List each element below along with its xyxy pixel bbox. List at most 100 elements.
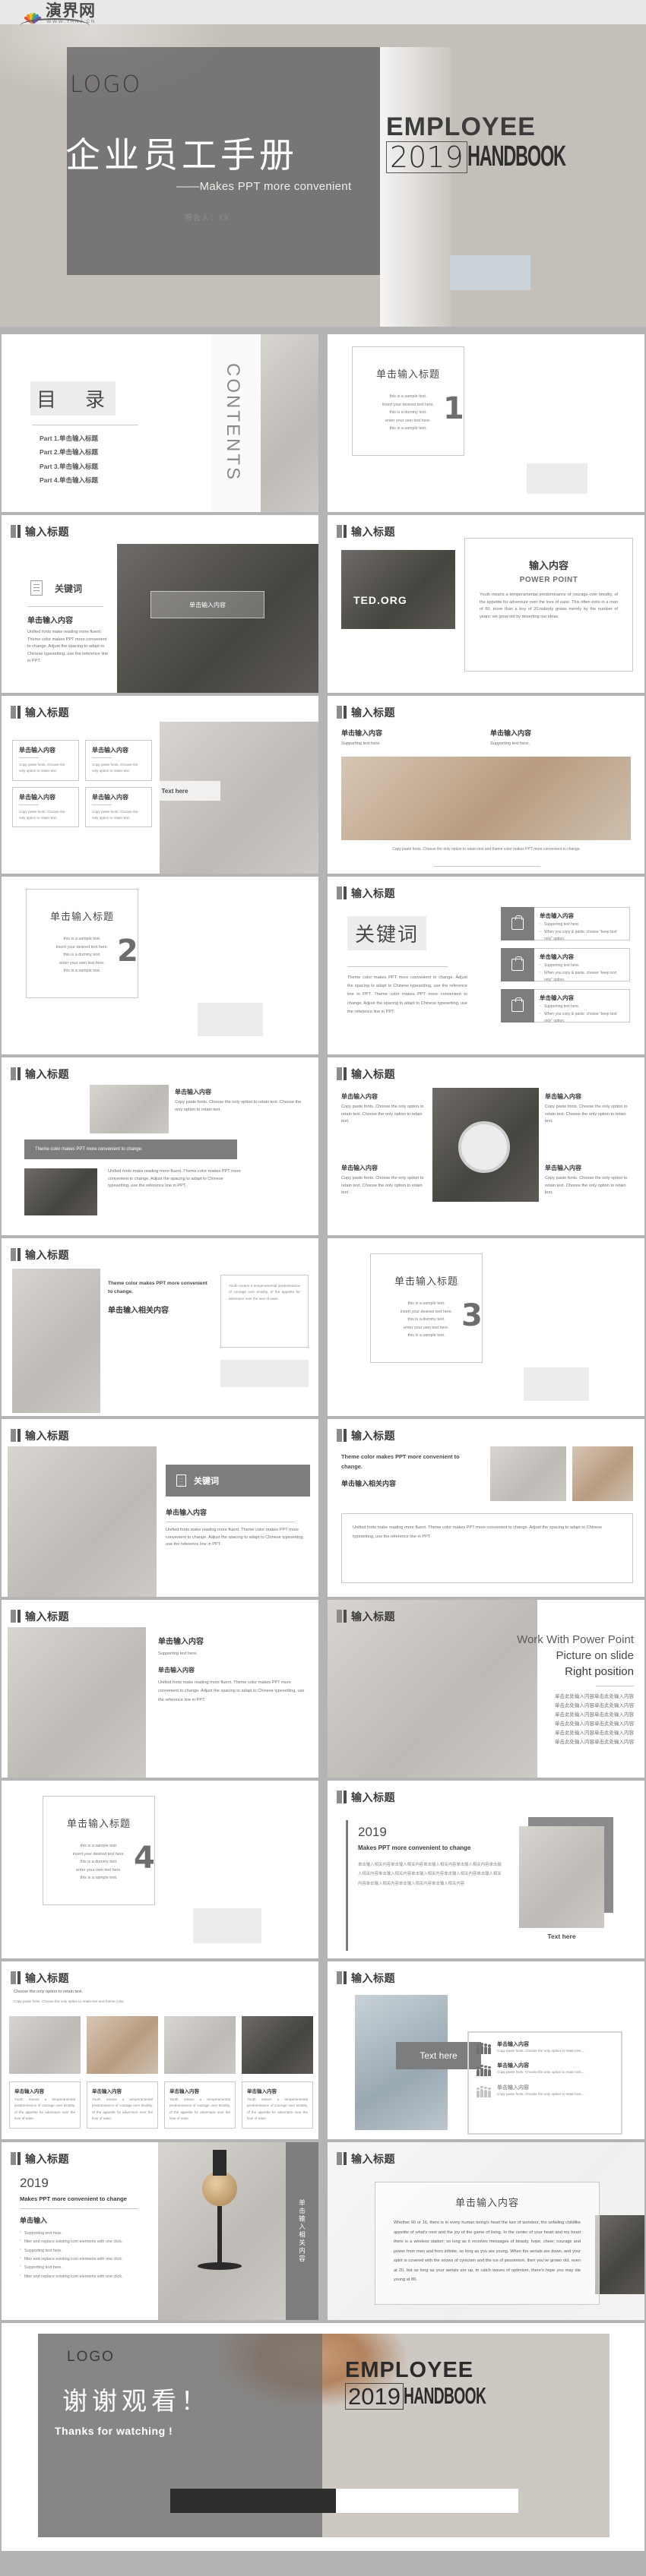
bag-icon [511,956,524,971]
slide-theme-bullets[interactable]: 输入标题 Theme color makes PPT more convenie… [328,1419,644,1597]
slide-power-point[interactable]: 输入标题 TED.ORG 输入内容 POWER POINT Youth mean… [328,515,644,693]
slide-ending[interactable]: LOGO 谢谢观看！ Thanks for watching ! EMPLOYE… [2,2323,644,2551]
card-3[interactable]: 单击输入内容 Copy paste fonts. Choose the only… [12,786,79,828]
slide-divider-3[interactable]: 单击输入标题 this is a sample text. insert you… [328,1238,644,1416]
grid-photo-2 [87,2016,158,2074]
slide-header: 输入标题 [337,1790,395,1805]
tower-item-1[interactable]: 单击输入内容 Copy paste fonts. Choose the only… [477,2040,618,2055]
slide-bulb[interactable]: 输入标题 2019 Makes PPT more convenient to c… [2,2142,318,2320]
col-1-title: 单击输入内容 [341,729,383,737]
slide-tower[interactable]: 输入标题 Text here 单击输入内容 Copy paste fonts. … [328,1961,644,2139]
panel-2-body: Unified fonts make reading more fluent. … [108,1169,241,1188]
slide-year-2019[interactable]: 输入标题 2019 Makes PPT more convenient to c… [328,1781,644,1958]
slide-header: 输入标题 [11,1428,69,1443]
clock-photo [432,1088,539,1202]
tower-item-3[interactable]: 单击输入内容 Copy paste fonts. Choose the only… [477,2084,618,2097]
clock-r1-body: Copy paste fonts. Choose the only option… [545,1105,628,1124]
bulb-bullet-4: filter and replace existing icon element… [20,2255,149,2264]
cover-logo: LOGO [70,71,142,98]
kw-card-1[interactable]: 单击输入内容 Supporting text here. When you co… [501,907,630,941]
toc-item-3[interactable]: Part 3.单击输入标题 [40,460,138,473]
divider-4-number: 4 [134,1841,155,1876]
card-4[interactable]: 单击输入内容 Copy paste fonts. Choose the only… [85,786,152,828]
pp-subtitle: POWER POINT [519,576,578,584]
slide-header-label: 输入标题 [351,1972,395,1984]
divider-2-number: 2 [117,934,138,969]
keyword-photo [117,544,318,693]
slide-header: 输入标题 [337,1609,395,1624]
ending-logo: LOGO [67,2349,115,2365]
tower-item-2[interactable]: 单击输入内容 Copy paste fonts. Choose the only… [477,2062,618,2076]
wwpp-item-4: 单击此处输入内容单击此处输入内容 [555,1721,634,1727]
card-2[interactable]: 单击输入内容 Copy paste fonts. Choose the only… [85,740,152,781]
bulb-year: 2019 [20,2176,49,2190]
people-icon [477,2062,491,2076]
wwpp-item-2: 单击此处输入内容单击此处输入内容 [555,1703,634,1709]
grid-photo-1 [9,2016,81,2074]
slide-header: 输入标题 [337,1428,395,1443]
slide-divider-4[interactable]: 单击输入标题 this is a sample text. insert you… [2,1781,318,1958]
cover-slide[interactable]: LOGO 企业员工手册 ——Makes PPT more convenient … [0,0,646,327]
wwpp-line-3: Right position [565,1665,634,1678]
slide-stacked-panels[interactable]: 输入标题 单击输入内容 Copy paste fonts. Choose the… [2,1057,318,1235]
document-icon [30,580,43,596]
slide-divider-1[interactable]: 单击输入标题 this is a sample text. insert you… [328,334,644,512]
slide-header-label: 输入标题 [351,706,395,719]
ending-title: 谢谢观看！ [62,2387,211,2415]
grid-cap-3-title: 单击输入内容 [169,2089,199,2094]
bulb-bullet-6: filter and replace existing icon element… [20,2272,149,2281]
slide-header: 输入标题 [337,1971,395,1986]
slide-final-text[interactable]: 输入标题 单击输入内容 Whether 60 or 16, there is i… [328,2142,644,2320]
kw-card-3-b2: When you copy & paste, choose "keep text… [540,1010,624,1026]
bulb-tagline: Makes PPT more convenient to change [20,2195,127,2202]
slide-header: 输入标题 [11,1971,69,1986]
slide-header-label: 输入标题 [351,2153,395,2165]
slide-two-col-photo[interactable]: 输入标题 单击输入内容 Supporting text here. 单击输入内容… [328,696,644,874]
clock-r2-body: Copy paste fonts. Choose the only option… [545,1176,628,1195]
slide-supporting[interactable]: 输入标题 单击输入内容 Supporting text here. 单击输入内容… [2,1600,318,1778]
final-body: Whether 60 or 16, there is in every huma… [394,2220,581,2283]
ending-handbook: HANDBOOK [403,2382,486,2409]
kw-card-3[interactable]: 单击输入内容 Supporting text here. When you co… [501,989,630,1023]
slide-divider-2[interactable]: 单击输入标题 this is a sample text. insert you… [2,877,318,1054]
final-title: 单击输入内容 [454,2197,519,2208]
col-2-title: 单击输入内容 [490,729,532,737]
tb-photo-2 [572,1446,633,1501]
people-icon [477,2040,491,2055]
grid-cap-4-title: 单击输入内容 [247,2089,277,2094]
toc-item-2[interactable]: Part 2.单击输入标题 [40,445,138,459]
year-body: 单击输入相关内容单击输入相关内容单击输入相关内容单击输入相关内容单击输入相关内容… [358,1863,502,1886]
slide-photo-grid[interactable]: 输入标题 Choose the only option to retain te… [2,1961,318,2139]
toc-item-1[interactable]: Part 1.单击输入标题 [40,431,138,445]
slide-keyword-photo[interactable]: 输入标题 关键词 单击输入内容 Unified fonts make readi… [2,515,318,693]
kw-card-2-b2: When you copy & paste, choose "keep text… [540,969,624,985]
clock-l2-title: 单击输入内容 [341,1165,378,1171]
kw-card-2[interactable]: 单击输入内容 Supporting text here. When you co… [501,948,630,982]
slide-header-label: 输入标题 [351,1068,395,1080]
slide-theme-block[interactable]: 输入标题 Theme color makes PPT more convenie… [2,1238,318,1416]
pg-lead: Choose the only option to retain text. [14,1990,84,1994]
tb-line-1: Unified fonts make reading more fluent. … [353,1525,603,1540]
kw-card-3-title: 单击输入内容 [540,994,574,1001]
wwpp-item-6: 单击此处输入内容单击此处输入内容 [555,1740,634,1746]
slide-header: 输入标题 [337,886,395,901]
slide-clock[interactable]: 输入标题 单击输入内容 Copy paste fonts. Choose the… [328,1057,644,1235]
theme-photo [12,1269,100,1413]
panel-photo-1 [90,1085,169,1133]
card-3-body: Copy paste fonts. Choose the only option… [19,809,65,820]
slide-laptop-keyword[interactable]: 输入标题 关键词 单击输入内容 Unified fonts make readi… [2,1419,318,1597]
wide-photo [341,757,631,840]
clock-l1-body: Copy paste fonts. Choose the only option… [341,1105,424,1124]
slide-toc[interactable]: 目 录 Part 1.单击输入标题 Part 2.单击输入标题 Part 3.单… [2,334,318,512]
toc-item-4[interactable]: Part 4.单击输入标题 [40,473,138,487]
bulb-bullet-3: Supporting text here. [20,2246,149,2255]
year-photo [519,1826,604,1928]
slide-keyword-cards[interactable]: 输入标题 关键词 Theme color makes PPT more conv… [328,877,644,1054]
toc-photo [261,334,318,512]
slide-work-with-pp[interactable]: 输入标题 Work With Power Point Picture on sl… [328,1600,644,1778]
slide-four-cards[interactable]: 输入标题 Text here 单击输入内容 Copy paste fonts. … [2,696,318,874]
divider-1-number: 1 [443,391,464,426]
wwpp-line-2: Picture on slide [556,1649,634,1662]
card-1[interactable]: 单击输入内容 Copy paste fonts. Choose the only… [12,740,79,781]
card-2-title: 单击输入内容 [92,747,128,754]
